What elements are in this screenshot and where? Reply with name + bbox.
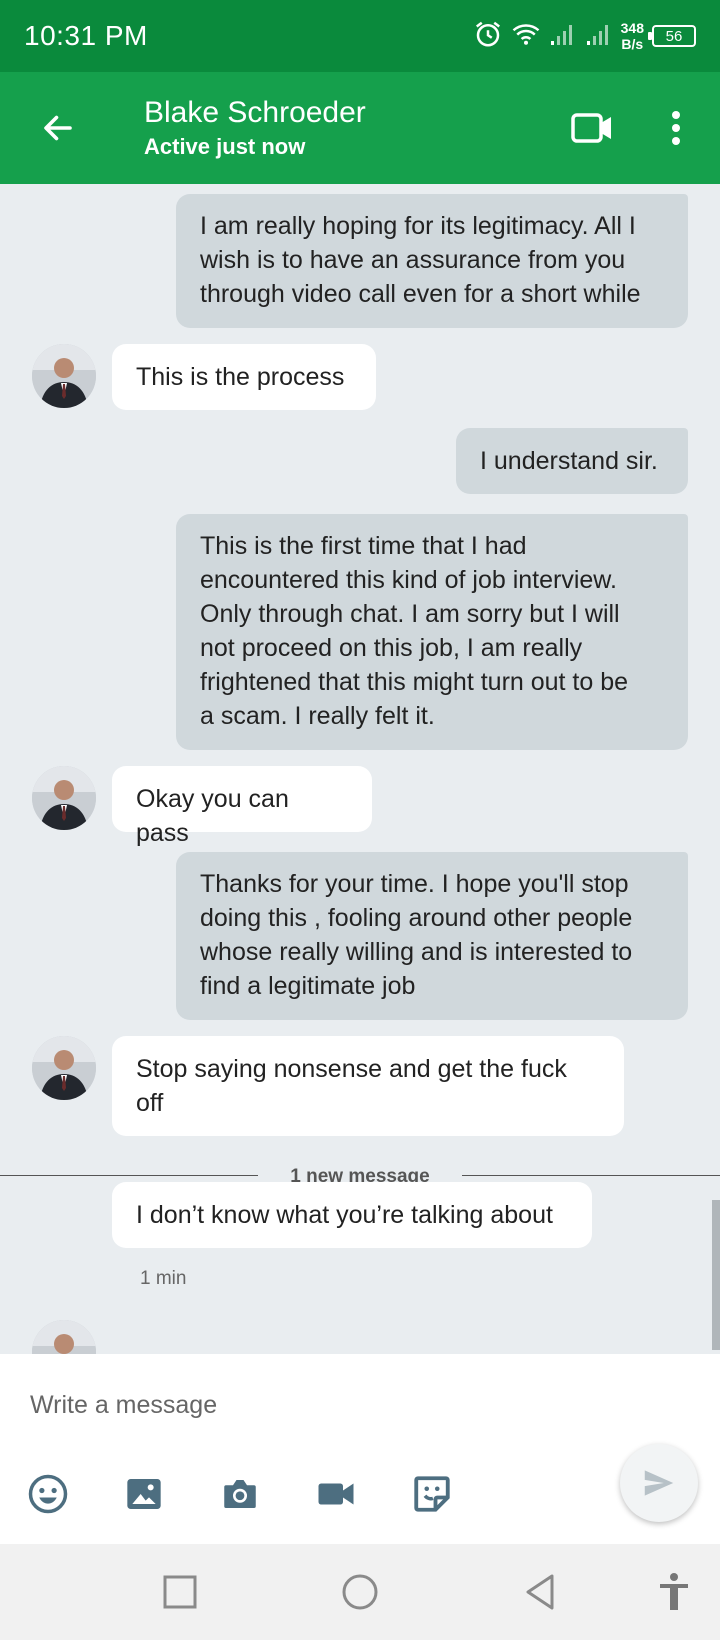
video-button[interactable]: [312, 1470, 360, 1518]
message-text: Thanks for your time. I hope you'll stop…: [200, 870, 633, 1000]
message-text: This is the first time that I had encoun…: [200, 532, 629, 730]
avatar[interactable]: [32, 1036, 96, 1100]
more-options-button[interactable]: [650, 102, 702, 154]
message-input[interactable]: [30, 1380, 590, 1430]
status-time: 10:31 PM: [24, 20, 148, 51]
status-icons: 348 B/s 56: [473, 16, 696, 56]
contact-status: Active just now: [144, 134, 306, 159]
battery-icon: 56: [648, 25, 696, 47]
image-icon: [127, 1479, 161, 1509]
sticker-icon: [414, 1476, 450, 1512]
signal-icon-2: [585, 21, 613, 52]
emoji-button[interactable]: [24, 1470, 72, 1518]
net-speed: 348 B/s: [621, 20, 644, 52]
message-bubble-outgoing[interactable]: This is the first time that I had encoun…: [176, 514, 688, 750]
back-arrow-icon: [44, 115, 72, 141]
back-nav-button[interactable]: [516, 1568, 564, 1616]
square-icon: [163, 1575, 197, 1609]
avatar[interactable]: [32, 766, 96, 830]
message-bubble-outgoing[interactable]: I am really hoping for its legitimacy. A…: [176, 194, 688, 328]
video-call-button[interactable]: [566, 102, 618, 154]
divider-line: [0, 1175, 258, 1176]
send-icon: [644, 1470, 674, 1496]
system-nav-bar: [0, 1544, 720, 1640]
alarm-icon: [473, 19, 503, 54]
circle-icon: [342, 1574, 378, 1610]
triangle-back-icon: [526, 1574, 554, 1610]
message-text: I am really hoping for its legitimacy. A…: [200, 212, 641, 308]
video-call-icon: [571, 113, 611, 143]
camera-icon: [224, 1480, 256, 1508]
message-bubble-incoming[interactable]: This is the process: [112, 344, 376, 410]
accessibility-button[interactable]: [650, 1568, 698, 1616]
message-bubble-incoming[interactable]: Okay you can pass: [112, 766, 372, 847]
message-text: Okay you can pass: [136, 785, 289, 847]
message-bubble-incoming[interactable]: Stop saying nonsense and get the fuck of…: [112, 1036, 624, 1136]
message-bubble-outgoing[interactable]: I understand sir.: [456, 428, 688, 494]
back-button[interactable]: [30, 100, 86, 156]
message-text: This is the process: [136, 363, 345, 391]
contact-name[interactable]: Blake Schroeder: [144, 96, 366, 130]
accessibility-icon: [660, 1573, 688, 1610]
signal-icon: [549, 21, 577, 52]
send-button[interactable]: [620, 1444, 698, 1522]
image-button[interactable]: [120, 1470, 168, 1518]
message-bubble-outgoing[interactable]: Thanks for your time. I hope you'll stop…: [176, 852, 688, 1020]
message-text: I understand sir.: [480, 447, 658, 475]
scrollbar[interactable]: [712, 1200, 720, 1350]
video-icon: [318, 1483, 354, 1505]
emoji-icon: [28, 1474, 68, 1514]
chat-header: Blake Schroeder Active just now: [0, 72, 720, 184]
message-composer: [0, 1354, 720, 1544]
avatar[interactable]: [32, 344, 96, 408]
sticker-button[interactable]: [408, 1470, 456, 1518]
message-bubble-incoming[interactable]: I don’t know what you’re talking about: [112, 1182, 592, 1248]
message-list[interactable]: I am really hoping for its legitimacy. A…: [0, 184, 720, 1354]
message-text: I don’t know what you’re talking about: [136, 1201, 553, 1229]
net-speed-value: 348: [620, 20, 644, 36]
message-timestamp: 1 min: [140, 1268, 187, 1289]
net-speed-unit: B/s: [621, 36, 644, 52]
home-button[interactable]: [336, 1568, 384, 1616]
avatar[interactable]: [32, 1320, 96, 1354]
recent-apps-button[interactable]: [156, 1568, 204, 1616]
camera-button[interactable]: [216, 1470, 264, 1518]
divider-line: [462, 1175, 720, 1176]
more-vert-icon: [672, 111, 680, 145]
status-bar: 10:31 PM 348 B/s 56: [0, 0, 720, 72]
wifi-icon: [511, 19, 541, 54]
battery-level: 56: [665, 27, 683, 45]
message-text: Stop saying nonsense and get the fuck of…: [136, 1055, 567, 1117]
